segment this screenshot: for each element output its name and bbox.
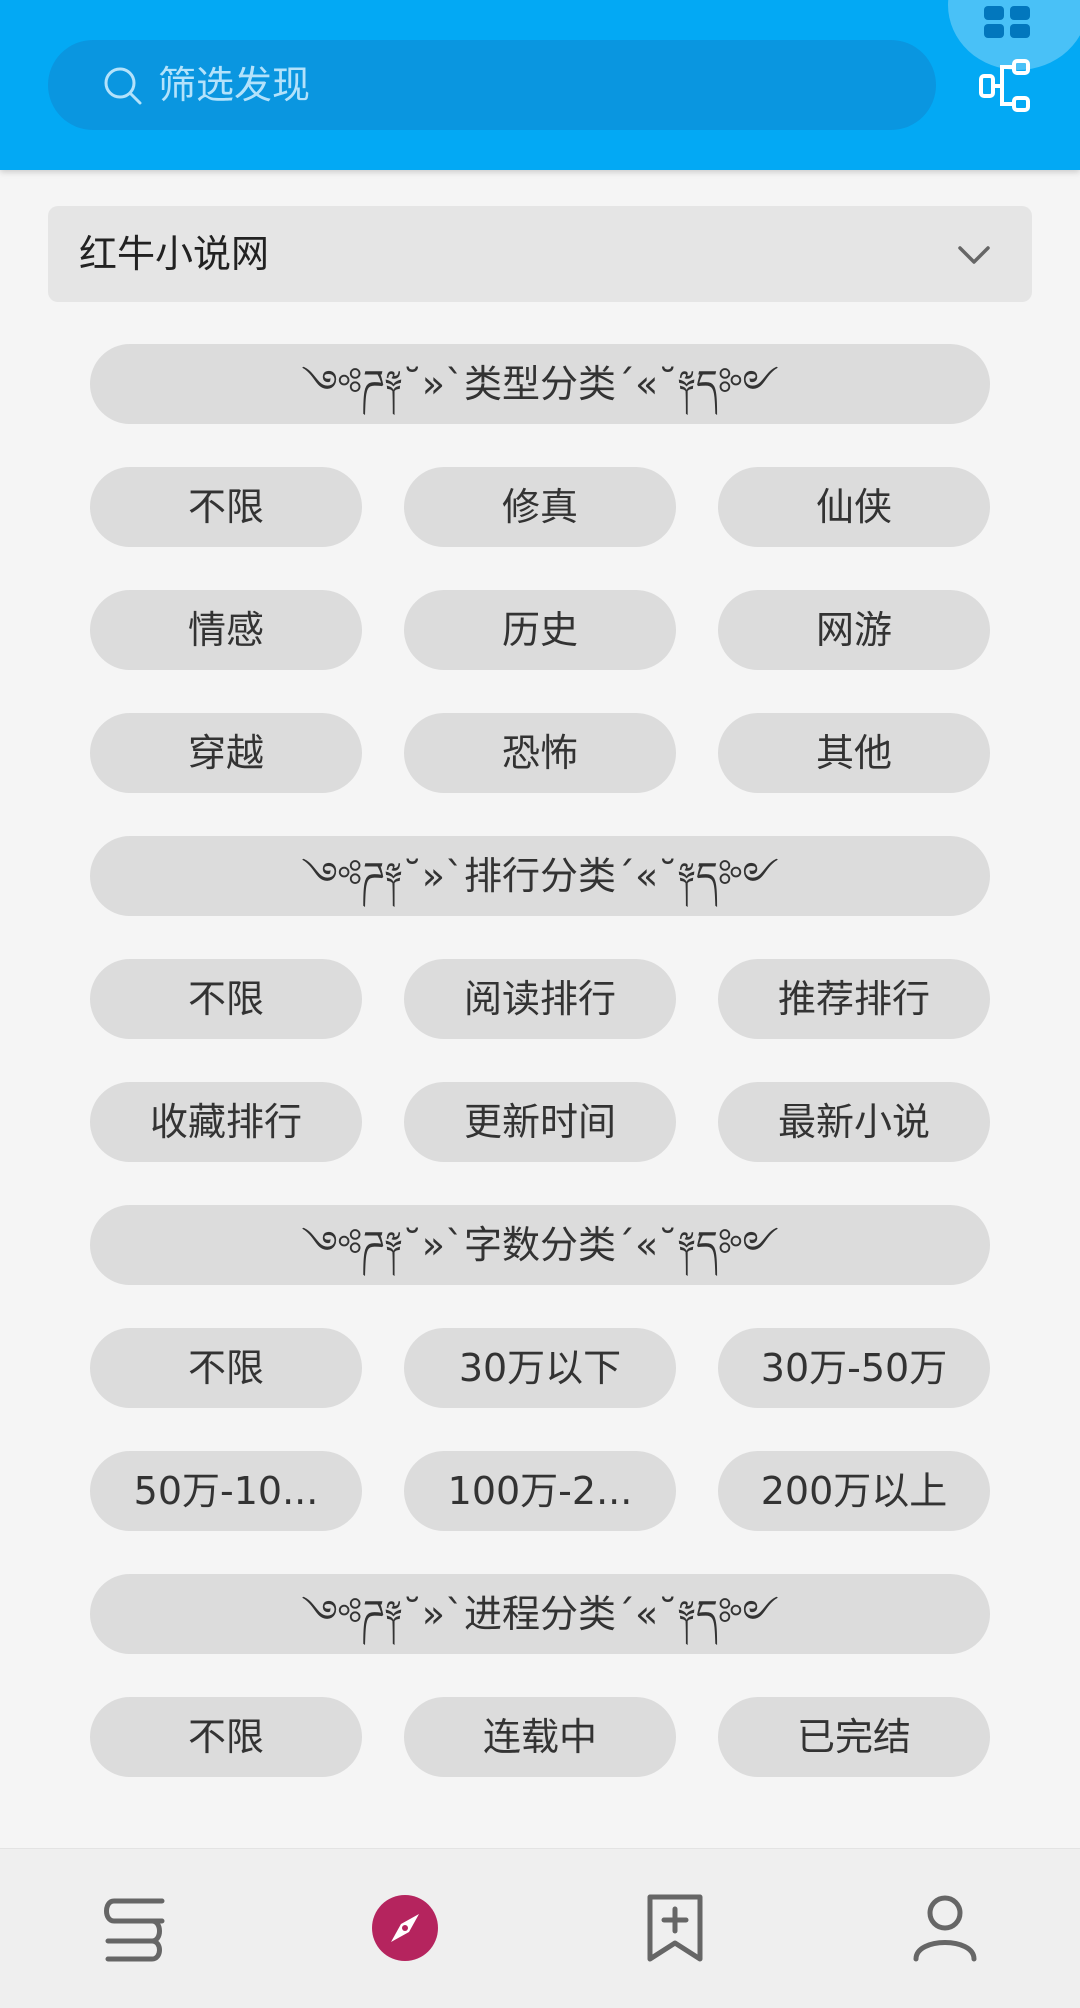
option-button[interactable]: 最新小说 (718, 1082, 990, 1162)
bookmark-add-icon (647, 1894, 703, 1962)
option-button[interactable]: 不限 (90, 1328, 362, 1408)
search-placeholder: 筛选发现 (158, 63, 311, 107)
nav-discover[interactable] (270, 1849, 540, 2008)
option-button[interactable]: 50万-10... (90, 1451, 362, 1531)
nav-bookmarks[interactable] (540, 1849, 810, 2008)
section-header-status: ༺ཌ༈˘»`进程分类´«˘༈ད༻ (90, 1574, 990, 1654)
option-button[interactable]: 不限 (90, 959, 362, 1039)
option-button[interactable]: 30万-50万 (718, 1328, 990, 1408)
option-button[interactable]: 网游 (718, 590, 990, 670)
nav-bookshelf[interactable] (0, 1849, 270, 2008)
option-button[interactable]: 更新时间 (404, 1082, 676, 1162)
option-button[interactable]: 情感 (90, 590, 362, 670)
option-button[interactable]: 收藏排行 (90, 1082, 362, 1162)
option-button[interactable]: 200万以上 (718, 1451, 990, 1531)
option-button[interactable]: 修真 (404, 467, 676, 547)
bookshelf-icon (104, 1898, 165, 1962)
app-bar: 筛选发现 (0, 0, 1080, 170)
option-button[interactable]: 仙侠 (718, 467, 990, 547)
bottom-navigation (0, 1848, 1080, 2008)
option-button[interactable]: 100万-2... (404, 1451, 676, 1531)
section-header-rank: ༺ཌ༈˘»`排行分类´«˘༈ད༻ (90, 836, 990, 916)
search-icon (104, 67, 142, 105)
profile-icon (913, 1895, 977, 1962)
option-button[interactable]: 推荐排行 (718, 959, 990, 1039)
option-button[interactable]: 其他 (718, 713, 990, 793)
option-button[interactable]: 连载中 (404, 1697, 676, 1777)
compass-icon (372, 1895, 438, 1961)
option-button[interactable]: 不限 (90, 1697, 362, 1777)
source-selected-label: 红牛小说网 (79, 232, 270, 276)
search-bar[interactable]: 筛选发现 (48, 40, 936, 130)
source-dropdown[interactable]: 红牛小说网 (48, 206, 1032, 302)
option-button[interactable]: 历史 (404, 590, 676, 670)
option-button[interactable]: 30万以下 (404, 1328, 676, 1408)
option-button[interactable]: 阅读排行 (404, 959, 676, 1039)
section-header-wordcount: ༺ཌ༈˘»`字数分类´«˘༈ད༻ (90, 1205, 990, 1285)
nav-profile[interactable] (810, 1849, 1080, 2008)
grid-icon[interactable] (982, 6, 1032, 38)
option-button[interactable]: 穿越 (90, 713, 362, 793)
option-button[interactable]: 不限 (90, 467, 362, 547)
section-header-type: ༺ཌ༈˘»`类型分类´«˘༈ད༻ (90, 344, 990, 424)
chevron-down-icon (958, 246, 990, 264)
option-button[interactable]: 恐怖 (404, 713, 676, 793)
tree-icon[interactable] (978, 58, 1036, 114)
option-button[interactable]: 已完结 (718, 1697, 990, 1777)
